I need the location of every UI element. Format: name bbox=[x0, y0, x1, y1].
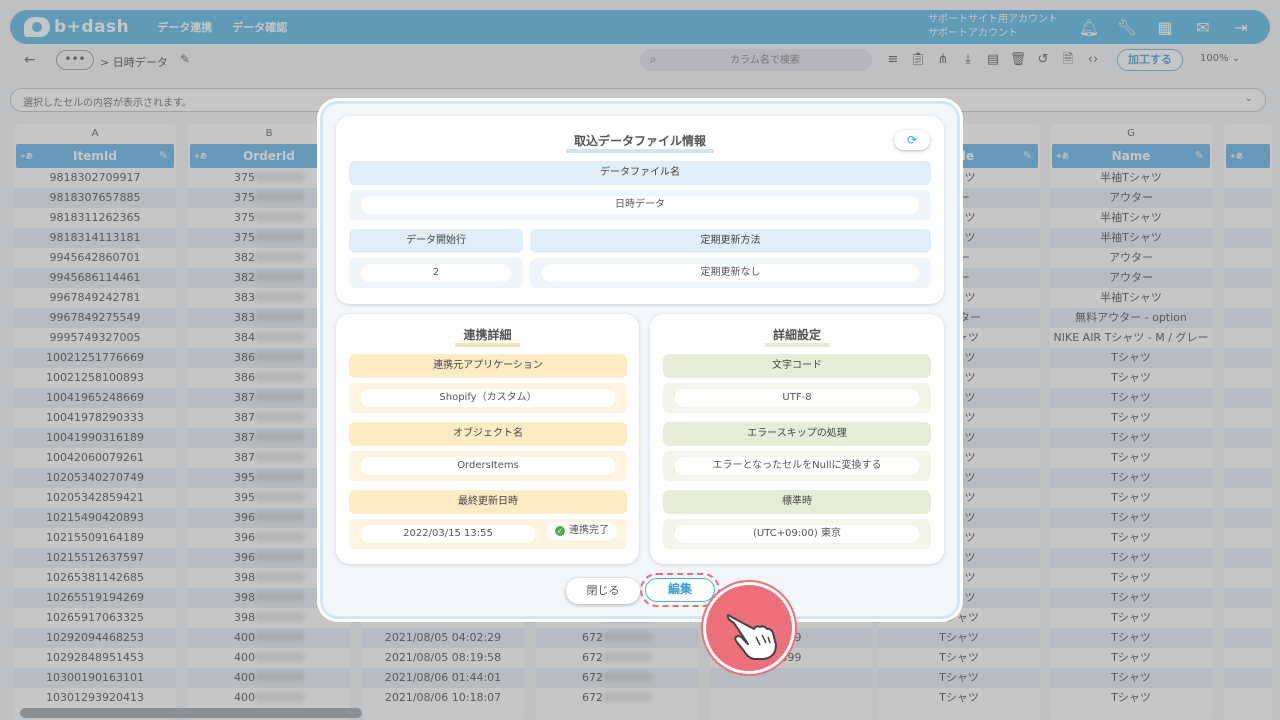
timezone-label: 標準時 bbox=[663, 490, 931, 514]
last-update-box: 2022/03/15 13:55 ✓ 連携完了 bbox=[349, 519, 627, 549]
file-name-label: データファイル名 bbox=[349, 161, 931, 185]
timezone-box: (UTC+09:00) 東京 bbox=[663, 519, 931, 549]
status-text: 連携完了 bbox=[569, 525, 609, 536]
app-label: 連携元アプリケーション bbox=[349, 354, 627, 378]
object-label: オブジェクト名 bbox=[349, 422, 627, 446]
error-skip-value: エラーとなったセルをNullに変換する bbox=[675, 457, 919, 475]
start-row-label: データ開始行 bbox=[349, 229, 523, 253]
app-box: Shopify（カスタム） bbox=[349, 383, 627, 413]
file-info-card: 取込データファイル情報 ⟳ データファイル名 日時データ データ開始行 2 定期… bbox=[336, 116, 944, 304]
error-skip-box: エラーとなったセルをNullに変換する bbox=[663, 451, 931, 481]
detail-settings-card: 詳細設定 文字コード UTF-8 エラースキップの処理 エラーとなったセルをNu… bbox=[650, 314, 944, 564]
link-detail-title: 連携詳細 bbox=[336, 326, 639, 347]
detail-settings-title: 詳細設定 bbox=[650, 326, 944, 347]
file-name-box: 日時データ bbox=[349, 190, 931, 220]
file-info-dialog: 取込データファイル情報 ⟳ データファイル名 日時データ データ開始行 2 定期… bbox=[320, 101, 960, 619]
start-row-box: 2 bbox=[349, 258, 523, 288]
start-row-value: 2 bbox=[361, 264, 511, 282]
file-name-value: 日時データ bbox=[361, 196, 919, 214]
last-update-value: 2022/03/15 13:55 bbox=[361, 525, 535, 543]
check-circle-icon: ✓ bbox=[555, 526, 565, 536]
update-method-label: 定期更新方法 bbox=[530, 229, 931, 253]
error-skip-label: エラースキップの処理 bbox=[663, 422, 931, 446]
detail-settings-title-text: 詳細設定 bbox=[764, 326, 829, 347]
status-badge: ✓ 連携完了 bbox=[547, 522, 617, 540]
refresh-icon[interactable]: ⟳ bbox=[894, 130, 930, 150]
timezone-value: (UTC+09:00) 東京 bbox=[675, 525, 919, 543]
charset-value: UTF-8 bbox=[675, 389, 919, 407]
update-method-box: 定期更新なし bbox=[530, 258, 931, 288]
update-method-value: 定期更新なし bbox=[542, 264, 919, 282]
hand-pointer-icon bbox=[726, 614, 777, 660]
object-box: OrdersItems bbox=[349, 451, 627, 481]
last-update-label: 最終更新日時 bbox=[349, 490, 627, 514]
object-value: OrdersItems bbox=[361, 457, 615, 475]
tap-hand-icon bbox=[703, 582, 795, 674]
app-value: Shopify（カスタム） bbox=[361, 389, 615, 407]
edit-button[interactable]: 編集 bbox=[645, 578, 715, 602]
link-detail-title-text: 連携詳細 bbox=[455, 326, 520, 347]
close-button[interactable]: 閉じる bbox=[566, 578, 640, 604]
file-info-title: 取込データファイル情報 bbox=[336, 132, 944, 153]
link-detail-card: 連携詳細 連携元アプリケーション Shopify（カスタム） オブジェクト名 O… bbox=[336, 314, 639, 564]
file-info-title-text: 取込データファイル情報 bbox=[565, 132, 714, 153]
charset-box: UTF-8 bbox=[663, 383, 931, 413]
charset-label: 文字コード bbox=[663, 354, 931, 378]
